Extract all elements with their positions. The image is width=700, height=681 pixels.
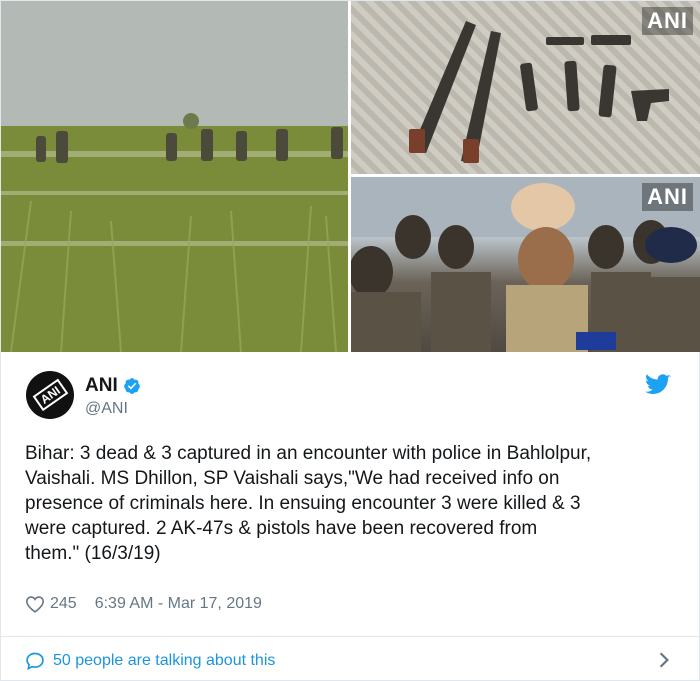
ani-watermark: ANI	[642, 7, 693, 35]
divider	[1, 636, 700, 637]
twitter-bird-icon[interactable]	[645, 374, 671, 396]
tweet-text: Bihar: 3 dead & 3 captured in an encount…	[25, 443, 592, 564]
author-name-row[interactable]: ANI	[85, 375, 141, 397]
avatar-text: ANI	[32, 378, 68, 412]
tweet-meta: 245 6:39 AM - Mar 17, 2019	[25, 595, 262, 613]
timestamp[interactable]: 6:39 AM - Mar 17, 2019	[95, 595, 262, 613]
like-count[interactable]: 245	[50, 595, 77, 613]
display-name[interactable]: ANI	[85, 375, 118, 397]
ani-watermark: ANI	[642, 183, 693, 211]
tweet-card: ANI ANI ANI ANI @ANI Bihar: 3 dead & 3 c…	[0, 0, 700, 681]
conversation-link[interactable]: 50 people are talking about this	[25, 649, 675, 673]
speech-bubble-icon	[26, 652, 44, 670]
avatar[interactable]: ANI	[26, 371, 74, 419]
photo-police-officer[interactable]: ANI	[351, 177, 700, 352]
media-grid[interactable]: ANI ANI	[1, 1, 700, 352]
photo-field-personnel[interactable]	[1, 1, 348, 352]
verified-badge-icon	[123, 378, 140, 394]
chevron-right-icon[interactable]	[657, 651, 671, 669]
talking-about-text[interactable]: 50 people are talking about this	[53, 652, 275, 670]
field-illustration	[1, 1, 348, 352]
author-handle[interactable]: @ANI	[85, 400, 128, 418]
photo-weapons[interactable]: ANI	[351, 1, 700, 174]
heart-icon[interactable]	[25, 595, 45, 613]
